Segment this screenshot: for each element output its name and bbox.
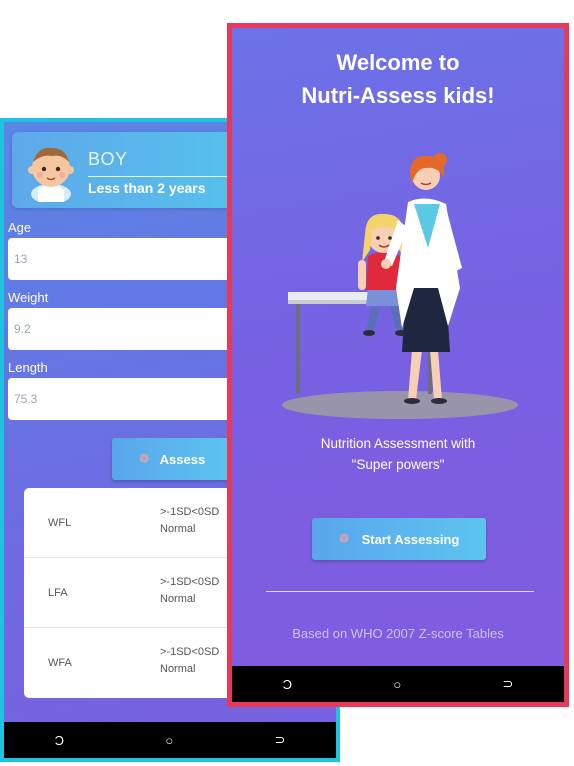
result-row[interactable]: WFL >-1SD<0SD Normal bbox=[24, 488, 254, 558]
age-input[interactable] bbox=[8, 238, 244, 280]
back-icon[interactable]: ⊃ bbox=[502, 676, 513, 692]
age-label: Age bbox=[8, 220, 32, 235]
length-input[interactable] bbox=[8, 378, 244, 420]
result-status: Normal bbox=[160, 593, 196, 605]
result-code: LFA bbox=[48, 587, 68, 599]
assess-button-label: Assess bbox=[159, 451, 206, 467]
gender-label: BOY bbox=[88, 149, 128, 169]
android-nav-bar: Ɔ ○ ⊃ bbox=[232, 666, 564, 702]
weight-label: Weight bbox=[8, 290, 49, 305]
length-label: Length bbox=[8, 360, 48, 375]
welcome-title-line1: Welcome to bbox=[336, 50, 460, 75]
divider bbox=[266, 591, 534, 592]
start-assessing-label: Start Assessing bbox=[361, 531, 460, 547]
result-status: Normal bbox=[160, 523, 196, 535]
results-list: WFL >-1SD<0SD Normal LFA >-1SD<0SD Norma… bbox=[24, 488, 254, 698]
result-code: WFL bbox=[48, 517, 72, 529]
result-range: >-1SD<0SD bbox=[160, 576, 220, 588]
home-icon[interactable]: ○ bbox=[165, 733, 173, 748]
android-nav-bar: Ɔ ○ ⊃ bbox=[4, 722, 336, 758]
description-line1: Nutrition Assessment with bbox=[320, 436, 476, 451]
welcome-phone-screen: Welcome to Nutri-Assess kids! Nutrition … bbox=[227, 23, 569, 707]
result-code: WFA bbox=[48, 657, 72, 669]
baby-avatar-icon bbox=[28, 147, 74, 202]
description-line2: "Super powers" bbox=[351, 457, 445, 472]
back-icon[interactable]: ⊃ bbox=[274, 732, 285, 748]
assess-button[interactable]: ❁ Assess bbox=[112, 438, 232, 480]
recents-icon[interactable]: Ɔ bbox=[55, 733, 64, 748]
profile-card[interactable]: BOY Less than 2 years bbox=[12, 132, 252, 208]
welcome-title-line2: Nutri-Assess kids! bbox=[301, 83, 495, 108]
result-range: >-1SD<0SD bbox=[160, 646, 220, 658]
nurse-with-child-illustration bbox=[282, 153, 518, 419]
gear-icon: ❁ bbox=[338, 531, 350, 546]
result-row[interactable]: LFA >-1SD<0SD Normal bbox=[24, 558, 254, 628]
start-assessing-button[interactable]: ❁ Start Assessing bbox=[312, 518, 486, 560]
result-range: >-1SD<0SD bbox=[160, 506, 220, 518]
gear-icon: ❁ bbox=[138, 451, 150, 466]
who-reference-note: Based on WHO 2007 Z-score Tables bbox=[292, 626, 504, 641]
home-icon[interactable]: ○ bbox=[393, 677, 401, 692]
result-row[interactable]: WFA >-1SD<0SD Normal bbox=[24, 628, 254, 698]
weight-input[interactable] bbox=[8, 308, 244, 350]
app-description: Nutrition Assessment with "Super powers" bbox=[232, 433, 564, 475]
welcome-title: Welcome to Nutri-Assess kids! bbox=[232, 46, 564, 112]
result-status: Normal bbox=[160, 663, 196, 675]
recents-icon[interactable]: Ɔ bbox=[283, 677, 292, 692]
